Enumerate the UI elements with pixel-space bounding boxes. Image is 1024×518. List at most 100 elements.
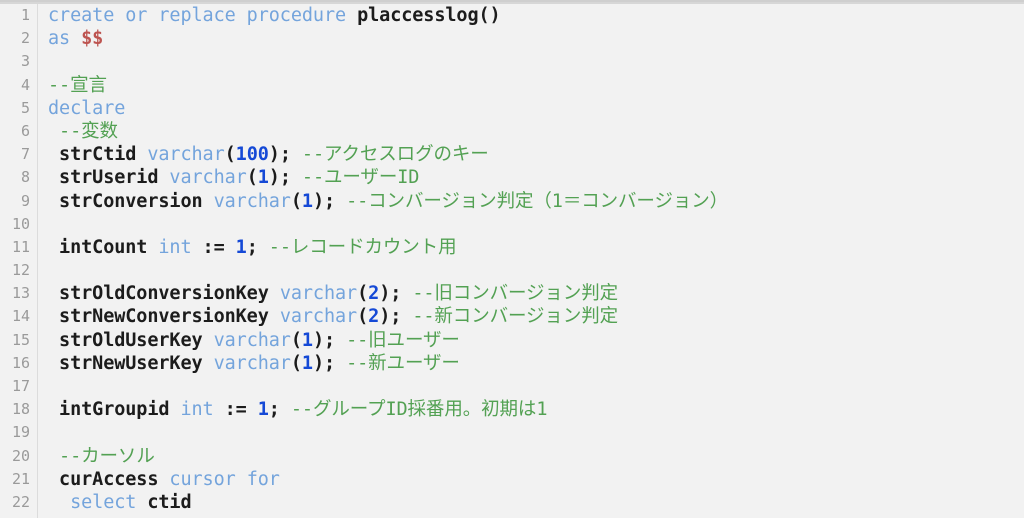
code-line[interactable]: 15 strOldUserKey varchar(1); --旧ユーザー [0,329,1024,352]
code-token-plain: strNewConversionKey [48,306,280,328]
line-number: 4 [20,75,30,94]
code-token-punc: ( [246,167,258,189]
code-line[interactable]: 21 curAccess cursor for [0,468,1024,491]
line-number: 14 [11,307,30,326]
line-number: 18 [11,400,30,419]
code-token-punc: ); [379,283,413,305]
code-line-text[interactable]: intCount int := 1; --レコードカウント用 [48,236,457,259]
line-number: 8 [20,168,30,187]
code-token-punc: ); [312,190,347,212]
code-line-text[interactable]: --カーソル [48,445,155,468]
code-line[interactable]: 1 create or replace procedure placcesslog… [0,4,1024,27]
code-token-com: --新コンバージョン判定 [412,306,619,328]
code-token-punc: ); [268,144,302,166]
code-line-text[interactable]: strOldConversionKey varchar(2); --旧コンバージ… [48,282,618,305]
code-token-plain: strOldUserKey [48,329,214,351]
code-line[interactable]: 11 intCount int := 1; --レコードカウント用 [0,236,1024,259]
code-line-text[interactable]: strUserid varchar(1); --ユーザーID [48,166,419,189]
code-token-plain: intCount [48,236,159,258]
code-line[interactable]: 17 [0,375,1024,398]
line-number: 9 [20,191,30,210]
code-line-text[interactable]: strConversion varchar(1); --コンバージョン判定（1＝… [48,190,728,213]
code-token-punc: ( [290,352,302,374]
code-token-punc: := [191,236,236,258]
line-number: 2 [20,29,30,48]
code-line[interactable]: 19 [0,421,1024,444]
code-token-kw: varchar [169,167,247,189]
code-line-text[interactable]: --宣言 [48,74,107,97]
code-token-com: --ユーザーID [301,167,420,189]
code-token-kw: varchar [213,352,291,374]
code-token-punc: := [213,399,258,421]
code-line[interactable]: 18 intGroupid int := 1; --グループID採番用。初期は1 [0,398,1024,421]
scrollbar-thumb[interactable] [0,0,1024,2]
line-number: 3 [20,52,30,71]
code-token-com: --カーソル [59,445,155,467]
code-editor[interactable]: 1 create or replace procedure placcesslog… [0,0,1024,518]
code-line-text[interactable]: strNewConversionKey varchar(2); --新コンバージ… [48,305,618,328]
line-number: 11 [11,237,30,256]
code-token-com: --旧コンバージョン判定 [412,283,619,305]
code-line[interactable]: 9 strConversion varchar(1); --コンバージョン判定（… [0,190,1024,213]
line-number: 17 [11,377,30,395]
code-token-com: --アクセスログのキー [301,144,489,166]
code-line-text[interactable]: select ctid [48,491,192,514]
code-line[interactable]: 20 --カーソル [0,445,1024,468]
code-token-punc: ( [357,306,369,328]
code-token-punc: ); [268,167,302,189]
code-token-plain: strUserid [48,167,170,189]
code-line[interactable]: 10 [0,213,1024,236]
code-token-kw: varchar [213,329,291,351]
code-token-kw: int [180,399,214,421]
line-number: 10 [11,214,30,233]
code-token-kw: varchar [213,190,291,212]
code-line[interactable]: 7 strCtid varchar(100); --アクセスログのキー [0,143,1024,166]
code-line[interactable]: 14 strNewConversionKey varchar(2); --新コン… [0,305,1024,328]
code-line[interactable]: 12 [0,259,1024,282]
code-line-text[interactable]: strCtid varchar(100); --アクセスログのキー [48,143,489,166]
code-token-num: 1 [301,329,313,351]
code-token-punc: ); [379,306,413,328]
line-number: 16 [11,353,30,372]
code-line[interactable]: 13 strOldConversionKey varchar(2); --旧コン… [0,282,1024,305]
code-line[interactable]: 16 strNewUserKey varchar(1); --新ユーザー [0,352,1024,375]
line-number: 6 [20,121,30,140]
code-token-kw: declare [48,97,126,119]
code-token-kw: create or replace procedure [48,5,358,26]
code-token-com: --レコードカウント用 [268,236,457,258]
code-content-area[interactable]: 1 create or replace procedure placcesslog… [0,4,1024,518]
code-line-text[interactable]: create or replace procedure placcesslog(… [48,4,501,27]
code-token-com: --宣言 [48,74,107,96]
code-token-num: 2 [368,283,380,305]
code-token-kw: cursor for [169,468,280,490]
code-token-plain: curAccess [48,468,170,490]
code-token-num: 100 [235,144,269,166]
code-token-kw: as [48,28,82,50]
code-line[interactable]: 8 strUserid varchar(1); --ユーザーID [0,166,1024,189]
line-number: 21 [11,469,30,488]
code-token-plain: strNewUserKey [48,352,214,374]
line-number: 13 [11,284,30,303]
code-token-plain: intGroupid [48,399,181,421]
code-token-num: 1 [235,236,247,258]
code-line-text[interactable]: intGroupid int := 1; --グループID採番用。初期は1 [48,398,547,421]
code-token-str: $$ [81,28,104,50]
code-line[interactable]: 22 select ctid [0,491,1024,514]
code-line-text[interactable]: strNewUserKey varchar(1); --新ユーザー [48,352,460,375]
code-line-text[interactable]: --変数 [48,120,118,143]
code-line-text[interactable]: curAccess cursor for [48,468,280,491]
line-number: 7 [20,145,30,164]
code-line-text[interactable]: as $$ [48,27,103,50]
code-line[interactable]: 4 --宣言 [0,74,1024,97]
line-number: 19 [11,423,30,442]
code-line[interactable]: 5 declare [0,97,1024,120]
code-line[interactable]: 3 [0,50,1024,73]
code-line-text[interactable]: strOldUserKey varchar(1); --旧ユーザー [48,329,460,352]
code-token-kw: select [70,491,148,513]
code-token-punc: ; [268,399,291,421]
code-token-plain: strConversion [48,190,214,212]
code-line[interactable]: 2 as $$ [0,27,1024,50]
code-line-text[interactable]: declare [48,97,125,120]
code-line[interactable]: 6 --変数 [0,120,1024,143]
